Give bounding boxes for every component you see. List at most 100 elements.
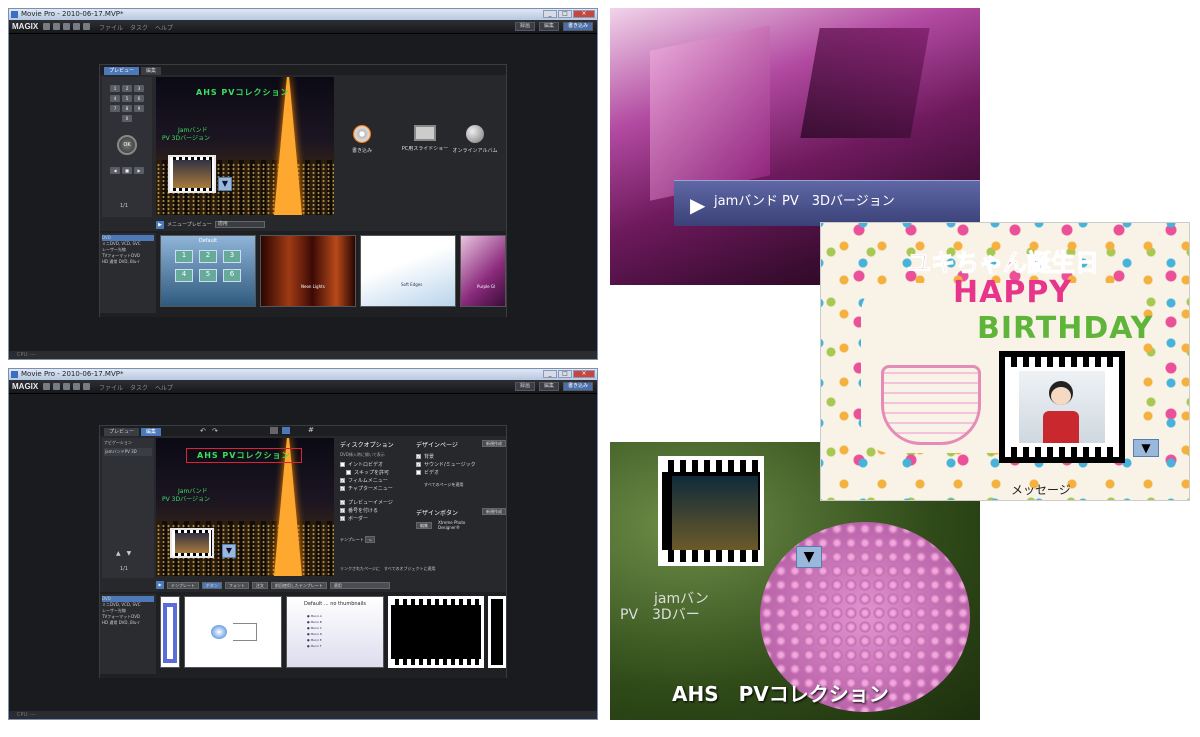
edit-preview-title[interactable]: AHS PVコレクション	[186, 448, 302, 463]
grid-icon[interactable]	[270, 427, 278, 434]
remote-next-icon[interactable]: ▶	[134, 167, 144, 174]
checkbox[interactable]: ✓	[340, 499, 345, 505]
undo-icon-2[interactable]	[73, 383, 80, 390]
checkbox[interactable]: ✓	[340, 477, 345, 483]
template-purple[interactable]: Purple Gl	[460, 235, 506, 307]
apply-all-pages[interactable]: すべてのページを適用	[424, 482, 506, 488]
undo-icon[interactable]	[73, 23, 80, 30]
remote-key-2[interactable]: 2	[122, 85, 132, 92]
tab-preview[interactable]: プレビュー	[104, 67, 140, 75]
xtreme-photo-designer[interactable]: Xtreme Photo Designer®	[438, 520, 472, 530]
mode-record-button[interactable]: 録画	[514, 22, 535, 31]
maximize-button[interactable]: □	[558, 10, 572, 18]
redo-icon-2[interactable]	[83, 383, 90, 390]
edit-preview-arrow[interactable]: ▼	[222, 544, 236, 558]
new-file-icon[interactable]	[43, 23, 50, 30]
menu-file-2[interactable]: ファイル	[99, 383, 123, 392]
checkbox[interactable]: ✓	[340, 485, 345, 491]
new-design-page-button[interactable]: 新規作成	[482, 440, 506, 447]
tab-preview-2[interactable]: プレビュー	[104, 428, 140, 436]
option-border[interactable]: ✓ ボーダー	[340, 514, 406, 522]
burn-action[interactable]: 書き込み	[350, 125, 374, 154]
remote-key-3[interactable]: 3	[134, 85, 144, 92]
redo-icon[interactable]	[83, 23, 90, 30]
checkbox[interactable]: ✓	[416, 461, 421, 467]
menu-help[interactable]: ヘルプ	[155, 23, 173, 32]
redo-arrow-icon[interactable]: ↷	[212, 427, 218, 435]
button-style-filmstrip[interactable]	[388, 596, 484, 668]
remote-stop-icon[interactable]: ■	[122, 167, 132, 174]
online-album-action[interactable]: オンラインアルバム	[450, 125, 500, 154]
mode-burn-button-2[interactable]: 書き込み	[562, 382, 593, 391]
close-button[interactable]: ×	[573, 10, 595, 18]
play-icon[interactable]: ▶	[156, 220, 164, 229]
option-allow-skip[interactable]: スキップを許可	[340, 468, 406, 476]
menu-help-2[interactable]: ヘルプ	[155, 383, 173, 392]
template-soft-edges[interactable]: Soft Edges	[360, 235, 456, 307]
option-chapter-menu[interactable]: ✓ チャプターメニュー	[340, 484, 406, 492]
menu-tasks-2[interactable]: タスク	[130, 383, 148, 392]
option-numbering[interactable]: ✓ 番号を付ける	[340, 506, 406, 514]
new-design-button-button[interactable]: 新規作成	[482, 508, 506, 515]
option-sound[interactable]: ✓ サウンド/ミュージック	[416, 460, 506, 468]
tab-edit[interactable]: 編集	[141, 67, 162, 75]
flower-next-arrow[interactable]: ▼	[796, 546, 822, 568]
button-style-filmstrip-2[interactable]	[488, 596, 506, 668]
checkbox[interactable]: ✓	[340, 507, 345, 513]
open-folder-icon[interactable]	[53, 23, 60, 30]
checkbox[interactable]: ✓	[340, 515, 345, 521]
nav-down-icon[interactable]: ▼	[127, 550, 132, 557]
option-background[interactable]: ✓ 背景	[416, 452, 506, 460]
tab-order[interactable]: 注文	[251, 581, 268, 589]
checkbox[interactable]: ✓	[416, 453, 421, 459]
remote-key-6[interactable]: 6	[134, 95, 144, 102]
remote-key-7[interactable]: 7	[110, 105, 120, 112]
edit-preview-sub2[interactable]: PV 3Dバージョン	[162, 496, 210, 504]
pen-icon[interactable]	[282, 427, 290, 434]
save-icon[interactable]	[63, 23, 70, 30]
flower-thumbnail[interactable]	[658, 456, 764, 566]
button-style-frame[interactable]	[160, 596, 180, 668]
mode-burn-button[interactable]: 書き込み	[562, 22, 593, 31]
edit-preview-sub1[interactable]: Jamバンド	[178, 488, 208, 496]
save-icon-2[interactable]	[63, 383, 70, 390]
menu-tasks[interactable]: タスク	[130, 23, 148, 32]
minimize-button-2[interactable]: _	[543, 370, 557, 378]
edit-preview-thumbnail[interactable]	[170, 528, 214, 558]
option-film-menu[interactable]: ✓ フィルムメニュー	[340, 476, 406, 484]
birthday-thumbnail[interactable]	[999, 351, 1125, 463]
tab-font[interactable]: フォント	[224, 581, 249, 589]
template-default[interactable]: Default 1 2 3 4 5 6	[160, 235, 256, 307]
remote-key-0[interactable]: 0	[122, 115, 132, 122]
undo-arrow-icon[interactable]: ↶	[200, 427, 206, 435]
mode-edit-button-2[interactable]: 編集	[538, 382, 559, 391]
tab-edit-2[interactable]: 編集	[141, 428, 162, 436]
mode-edit-button[interactable]: 編集	[538, 22, 559, 31]
checkbox[interactable]	[346, 469, 351, 475]
nav-up-icon[interactable]: ▲	[116, 550, 121, 557]
mode-record-button-2[interactable]: 録画	[514, 382, 535, 391]
tab-button[interactable]: ボタン	[201, 581, 222, 589]
open-folder-icon-2[interactable]	[53, 383, 60, 390]
option-preview-image[interactable]: ✓ プレビューイメージ	[340, 498, 406, 506]
recent-templates-select[interactable]: 適用	[329, 581, 390, 589]
maximize-button-2[interactable]: □	[558, 370, 572, 378]
button-style-default[interactable]: Default ... no thumbnails ● Menü A ● Menü…	[286, 596, 384, 668]
remote-prev-icon[interactable]: ◀	[110, 167, 120, 174]
menu-file[interactable]: ファイル	[99, 23, 123, 32]
checkbox[interactable]	[416, 469, 421, 475]
button-style-orb[interactable]	[184, 596, 282, 668]
remote-key-9[interactable]: 9	[134, 105, 144, 112]
checkbox[interactable]	[340, 461, 345, 467]
edit-design-button[interactable]: 編集	[416, 521, 432, 529]
recent-templates[interactable]: 前回使用したテンプレート	[270, 581, 327, 589]
menu-item-bar[interactable]: ▶ jamバンド PV 3Dバージョン	[674, 180, 980, 226]
navigation-item[interactable]: jamバンドPV 3D	[104, 448, 152, 456]
preview-thumbnail[interactable]	[168, 155, 216, 193]
disc-item-hd[interactable]: HD 通常 DVD, Blu-r	[102, 259, 154, 265]
remote-key-5[interactable]: 5	[122, 95, 132, 102]
menu-preview-select[interactable]: 適用	[214, 221, 265, 228]
new-file-icon-2[interactable]	[43, 383, 50, 390]
apply-all-objects[interactable]: すべてのオブジェクトに適用	[384, 566, 436, 572]
apply-template-button[interactable]: ⤷	[365, 536, 376, 543]
